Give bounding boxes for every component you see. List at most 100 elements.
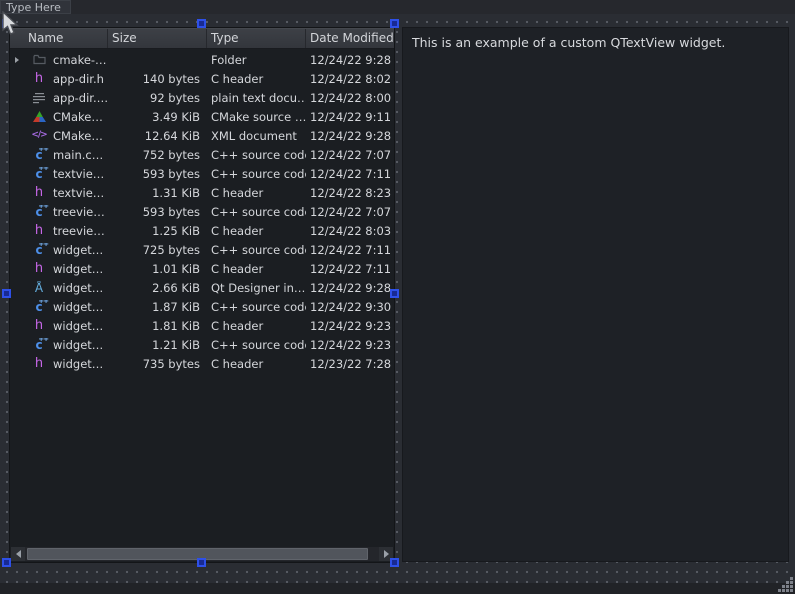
tree-row[interactable]: </>CMake…12.64 KiBXML document12/24/22 9… [10, 126, 394, 145]
file-size: 593 bytes [108, 205, 207, 219]
cell-name: c++widget… [10, 300, 108, 314]
file-date-modified: 12/24/22 9:28 . [306, 281, 394, 295]
cell-name: h treevie… [10, 224, 108, 238]
file-date-modified: 12/24/22 7:11 . [306, 243, 394, 257]
qt-ui-icon: Å [32, 281, 46, 295]
file-name: treevie… [53, 224, 105, 238]
selection-handle-middle-left[interactable] [2, 289, 11, 298]
file-size: 1.81 KiB [108, 319, 207, 333]
file-date-modified: 12/24/22 8:23 . [306, 186, 394, 200]
tree-row[interactable]: c++treevie…593 bytesC++ source code12/24… [10, 202, 394, 221]
column-header-size[interactable]: Size [108, 29, 207, 48]
file-date-modified: 12/24/22 8:02 . [306, 72, 394, 86]
file-type: C++ source code [207, 148, 306, 162]
column-header-date-modified[interactable]: Date Modified [306, 29, 394, 48]
cell-name: c++widget… [10, 338, 108, 352]
cell-name: c++textvie… [10, 167, 108, 181]
c-header-icon: h [32, 186, 46, 200]
selection-handle-middle-right[interactable] [390, 289, 399, 298]
file-type: C++ source code [207, 243, 306, 257]
selection-handle-bottom-middle[interactable] [197, 558, 206, 567]
cell-name: hwidget… [10, 319, 108, 333]
file-name: widget… [53, 281, 103, 295]
cell-name: c++treevie… [10, 205, 108, 219]
tree-row[interactable]: htreevie…1.25 KiBC header12/24/22 8:03 . [10, 221, 394, 240]
plus-plus-badge: ++ [38, 167, 48, 172]
selection-handle-top-middle[interactable] [197, 19, 206, 28]
file-type: C header [207, 72, 306, 86]
file-type: XML document [207, 129, 306, 143]
file-size: 12.64 KiB [108, 129, 207, 143]
triangle-right-icon [384, 550, 389, 558]
tree-row[interactable]: happ-dir.h140 bytesC header12/24/22 8:02… [10, 69, 394, 88]
column-header-name[interactable]: Name [10, 29, 108, 48]
tree-row[interactable]: hwidget…1.81 KiBC header12/24/22 9:23 . [10, 316, 394, 335]
file-type: C++ source code [207, 300, 306, 314]
cell-name: c++main.c… [10, 148, 108, 162]
file-date-modified: 12/24/22 7:07 . [306, 205, 394, 219]
file-name: textvie… [53, 167, 104, 181]
file-size: 1.87 KiB [108, 300, 207, 314]
tree-row[interactable]: CMake…3.49 KiBCMake source …12/24/22 9:1… [10, 107, 394, 126]
selection-handle-top-right[interactable] [390, 19, 399, 28]
file-name: widget… [53, 300, 103, 314]
tree-row[interactable]: c++widget…1.87 KiBC++ source code12/24/2… [10, 297, 394, 316]
tree-row[interactable]: Åwidget…2.66 KiBQt Designer in…12/24/22 … [10, 278, 394, 297]
file-size: 1.25 KiB [108, 224, 207, 238]
c-header-icon: h [32, 224, 46, 238]
tree-row[interactable]: c++widget…725 bytesC++ source code12/24/… [10, 240, 394, 259]
tree-row[interactable]: hwidget…1.01 KiBC header12/24/22 7:11 . [10, 259, 394, 278]
cell-name: htextvie… [10, 186, 108, 200]
plus-plus-badge: ++ [38, 338, 48, 343]
qtextview-widget[interactable]: This is an example of a custom QTextView… [402, 27, 789, 562]
file-date-modified: 12/24/22 9:28 . [306, 53, 394, 67]
file-tree-widget[interactable]: NameSizeTypeDate Modified cmake-…Folder1… [9, 27, 395, 563]
plus-plus-badge: ++ [38, 243, 48, 248]
text-file-icon [32, 91, 46, 105]
tree-row[interactable]: hwidget…735 bytesC header12/23/22 7:28 . [10, 354, 394, 373]
file-date-modified: 12/24/22 7:11 . [306, 167, 394, 181]
xml-file-icon: </> [32, 129, 46, 143]
file-date-modified: 12/24/22 9:23 . [306, 338, 394, 352]
tree-row[interactable]: c++textvie…593 bytesC++ source code12/24… [10, 164, 394, 183]
file-type: C header [207, 262, 306, 276]
tree-row[interactable]: htextvie…1.31 KiBC header12/24/22 8:23 . [10, 183, 394, 202]
file-name: app-dir.… [53, 91, 108, 105]
expand-arrow-icon[interactable] [15, 57, 24, 63]
file-type: C header [207, 186, 306, 200]
file-type: C header [207, 224, 306, 238]
file-name: CMake… [53, 110, 103, 124]
file-date-modified: 12/24/22 9:30 . [306, 300, 394, 314]
cmake-icon [32, 110, 46, 124]
tree-row[interactable]: c++main.c…752 bytesC++ source code12/24/… [10, 145, 394, 164]
size-grip-icon[interactable] [777, 576, 794, 593]
mouse-cursor-icon [2, 11, 20, 37]
file-name: widget… [53, 262, 103, 276]
menu-bar: Type Here [0, 0, 795, 14]
file-date-modified: 12/24/22 9:11 . [306, 110, 394, 124]
c-header-icon: h [32, 262, 46, 276]
file-date-modified: 12/23/22 7:28 . [306, 357, 394, 371]
plus-plus-badge: ++ [38, 148, 48, 153]
file-type: plain text docu… [207, 91, 306, 105]
column-header-type[interactable]: Type [207, 29, 306, 48]
selection-handle-bottom-right[interactable] [390, 558, 399, 567]
file-name: app-dir.h [53, 72, 104, 86]
triangle-right-icon [15, 57, 19, 63]
tree-row[interactable]: app-dir.…92 bytesplain text docu…12/24/2… [10, 88, 394, 107]
file-name: CMake… [53, 129, 103, 143]
file-name: widget… [53, 243, 103, 257]
file-name: treevie… [53, 205, 105, 219]
tree-row[interactable]: c++widget…1.21 KiBC++ source code12/24/2… [10, 335, 394, 354]
file-size: 593 bytes [108, 167, 207, 181]
selection-handle-bottom-left[interactable] [2, 558, 11, 567]
cpp-source-icon: c++ [32, 338, 46, 352]
file-type: C header [207, 319, 306, 333]
tree-row[interactable]: cmake-…Folder12/24/22 9:28 . [10, 50, 394, 69]
window-bottom-strip [0, 583, 795, 594]
file-date-modified: 12/24/22 8:00 . [306, 91, 394, 105]
file-size: 3.49 KiB [108, 110, 207, 124]
scroll-left-button[interactable] [11, 547, 25, 561]
cell-name: Åwidget… [10, 281, 108, 295]
file-name: main.c… [53, 148, 103, 162]
